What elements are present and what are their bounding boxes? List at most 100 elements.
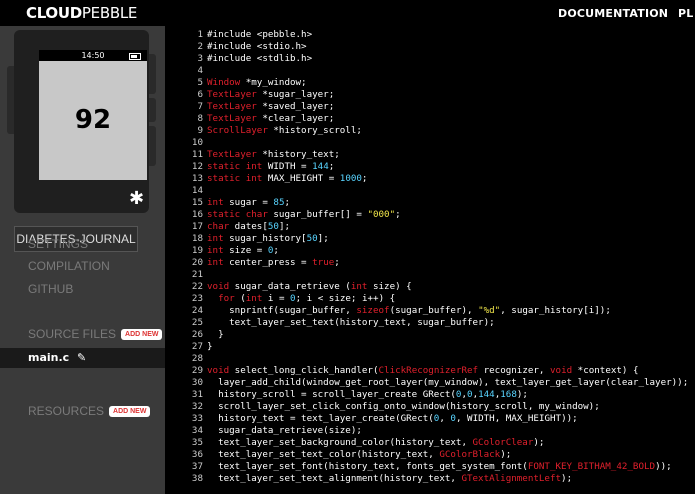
- code-line[interactable]: 14: [165, 185, 688, 197]
- code-line[interactable]: 21: [165, 269, 688, 281]
- code-token: void: [207, 365, 230, 376]
- code-line[interactable]: 19 int size = 0;: [165, 245, 688, 257]
- line-number: 2: [197, 41, 203, 52]
- code-token: text_layer_set_text(history_text, sugar_…: [207, 317, 495, 328]
- code-token: 1000: [339, 173, 362, 184]
- code-line[interactable]: 10: [165, 137, 688, 149]
- line-number: 37: [191, 461, 203, 472]
- code-token: sugar_data_retrieve (: [229, 281, 351, 292]
- code-line[interactable]: 33 history_text = text_layer_create(GRec…: [165, 413, 688, 425]
- code-line[interactable]: 26 }: [165, 329, 688, 341]
- resources-section: RESOURCES ADD NEW: [28, 404, 151, 418]
- emulator-down-button[interactable]: [149, 126, 156, 166]
- code-line[interactable]: 17 char dates[50];: [165, 221, 688, 233]
- code-token: int: [207, 197, 224, 208]
- code-line[interactable]: 32 scroll_layer_set_click_config_onto_wi…: [165, 401, 688, 413]
- code-token: center_press =: [223, 257, 313, 268]
- logo-regular-text: PEBBLE: [81, 4, 138, 22]
- add-source-file-button[interactable]: ADD NEW: [121, 329, 163, 341]
- line-number: 20: [191, 257, 203, 268]
- code-line[interactable]: 6 TextLayer *sugar_layer;: [165, 89, 688, 101]
- emulator-up-button[interactable]: [149, 54, 156, 94]
- code-line[interactable]: 31 history_scroll = scroll_layer_create …: [165, 389, 688, 401]
- code-token: text_layer_set_font(history_text, fonts_…: [207, 461, 528, 472]
- code-line[interactable]: 15 int sugar = 85;: [165, 197, 688, 209]
- code-line[interactable]: 18 int sugar_history[50];: [165, 233, 688, 245]
- emulator-back-button[interactable]: [7, 66, 14, 134]
- code-token: snprintf(sugar_buffer,: [207, 305, 357, 316]
- nav-pl[interactable]: PL: [678, 7, 693, 20]
- line-number: 13: [191, 173, 203, 184]
- nav-documentation[interactable]: DOCUMENTATION: [558, 7, 668, 20]
- code-line[interactable]: 28: [165, 353, 688, 365]
- line-number: 3: [197, 53, 203, 64]
- sidebar-item-settings[interactable]: SETTINGS: [28, 237, 88, 251]
- line-number: 22: [191, 281, 203, 292]
- code-line[interactable]: 35 text_layer_set_background_color(histo…: [165, 437, 688, 449]
- code-lines[interactable]: 1 #include <pebble.h> 2 #include <stdio.h> 3…: [165, 29, 688, 485]
- code-token: ));: [655, 461, 672, 472]
- sidebar: 14:50 92 ✱ DIABETES-JOURNAL SETTINGS COM…: [0, 26, 165, 494]
- line-number: 16: [191, 209, 203, 220]
- file-item-main-c[interactable]: main.c ✎: [0, 348, 165, 368]
- code-line[interactable]: 37 text_layer_set_font(history_text, fon…: [165, 461, 688, 473]
- code-token: int: [245, 293, 263, 304]
- line-number: 38: [191, 473, 203, 484]
- line-number: 19: [191, 245, 203, 256]
- code-line[interactable]: 3 #include <stdlib.h>: [165, 53, 688, 65]
- line-number: 23: [191, 293, 203, 304]
- code-token: ;: [361, 173, 368, 184]
- code-token: }: [207, 341, 213, 352]
- code-editor[interactable]: 1 #include <pebble.h> 2 #include <stdio.h> 3…: [165, 26, 695, 494]
- code-token: MAX_HEIGHT =: [262, 173, 340, 184]
- add-resource-button[interactable]: ADD NEW: [109, 406, 151, 418]
- code-line[interactable]: 38 text_layer_set_text_alignment(history…: [165, 473, 688, 485]
- sidebar-item-compilation[interactable]: COMPILATION: [28, 259, 110, 273]
- code-token: *saved_layer;: [256, 101, 335, 112]
- code-line[interactable]: 1 #include <pebble.h>: [165, 29, 688, 41]
- edit-pencil-icon[interactable]: ✎: [77, 351, 86, 364]
- line-number: 26: [191, 329, 203, 340]
- code-line[interactable]: 27}: [165, 341, 688, 353]
- code-token: char: [207, 221, 230, 232]
- code-token: }: [207, 329, 224, 340]
- emulator-select-button[interactable]: [149, 98, 156, 122]
- code-line[interactable]: 24 snprintf(sugar_buffer, sizeof(sugar_b…: [165, 305, 688, 317]
- line-number: 5: [197, 77, 203, 88]
- sidebar-item-github[interactable]: GITHUB: [28, 282, 73, 296]
- code-line[interactable]: 34 sugar_data_retrieve(size);: [165, 425, 688, 437]
- line-number: 25: [191, 317, 203, 328]
- line-number: 9: [197, 125, 203, 136]
- cloudpebble-logo[interactable]: CLOUDPEBBLE: [26, 4, 137, 22]
- code-token: ScrollLayer: [207, 125, 268, 136]
- code-token: );: [500, 449, 512, 460]
- code-line[interactable]: 12 static int WIDTH = 144;: [165, 161, 688, 173]
- line-number: 28: [191, 353, 203, 364]
- code-line[interactable]: 20 int center_press = true;: [165, 257, 688, 269]
- code-line[interactable]: 9 ScrollLayer *history_scroll;: [165, 125, 688, 137]
- code-token: );: [533, 437, 545, 448]
- code-line[interactable]: 23 for (int i = 0; i < size; i++) {: [165, 293, 688, 305]
- code-line[interactable]: 13 static int MAX_HEIGHT = 1000;: [165, 173, 688, 185]
- code-line[interactable]: 8 TextLayer *clear_layer;: [165, 113, 688, 125]
- code-line[interactable]: 5 Window *my_window;: [165, 77, 688, 89]
- code-line[interactable]: 36 text_layer_set_text_color(history_tex…: [165, 449, 688, 461]
- code-token: sugar =: [223, 197, 274, 208]
- code-line[interactable]: 11 TextLayer *history_text;: [165, 149, 688, 161]
- code-line[interactable]: 22 void sugar_data_retrieve (int size) {: [165, 281, 688, 293]
- code-line[interactable]: 4: [165, 65, 688, 77]
- code-line[interactable]: 2 #include <stdio.h>: [165, 41, 688, 53]
- line-number: 36: [191, 449, 203, 460]
- code-line[interactable]: 30 layer_add_child(window_get_root_layer…: [165, 377, 688, 389]
- logo-bold-text: CLOUD: [26, 4, 82, 22]
- code-token: (: [234, 293, 246, 304]
- line-number: 35: [191, 437, 203, 448]
- code-line[interactable]: 25 text_layer_set_text(history_text, sug…: [165, 317, 688, 329]
- code-line[interactable]: 7 TextLayer *saved_layer;: [165, 101, 688, 113]
- code-token: sugar_data_retrieve(size);: [207, 425, 362, 436]
- code-line[interactable]: 29 void select_long_click_handler(ClickRe…: [165, 365, 688, 377]
- gear-icon[interactable]: ✱: [129, 190, 144, 208]
- code-line[interactable]: 16 static char sugar_buffer[] = "000";: [165, 209, 688, 221]
- code-token: ;: [273, 245, 279, 256]
